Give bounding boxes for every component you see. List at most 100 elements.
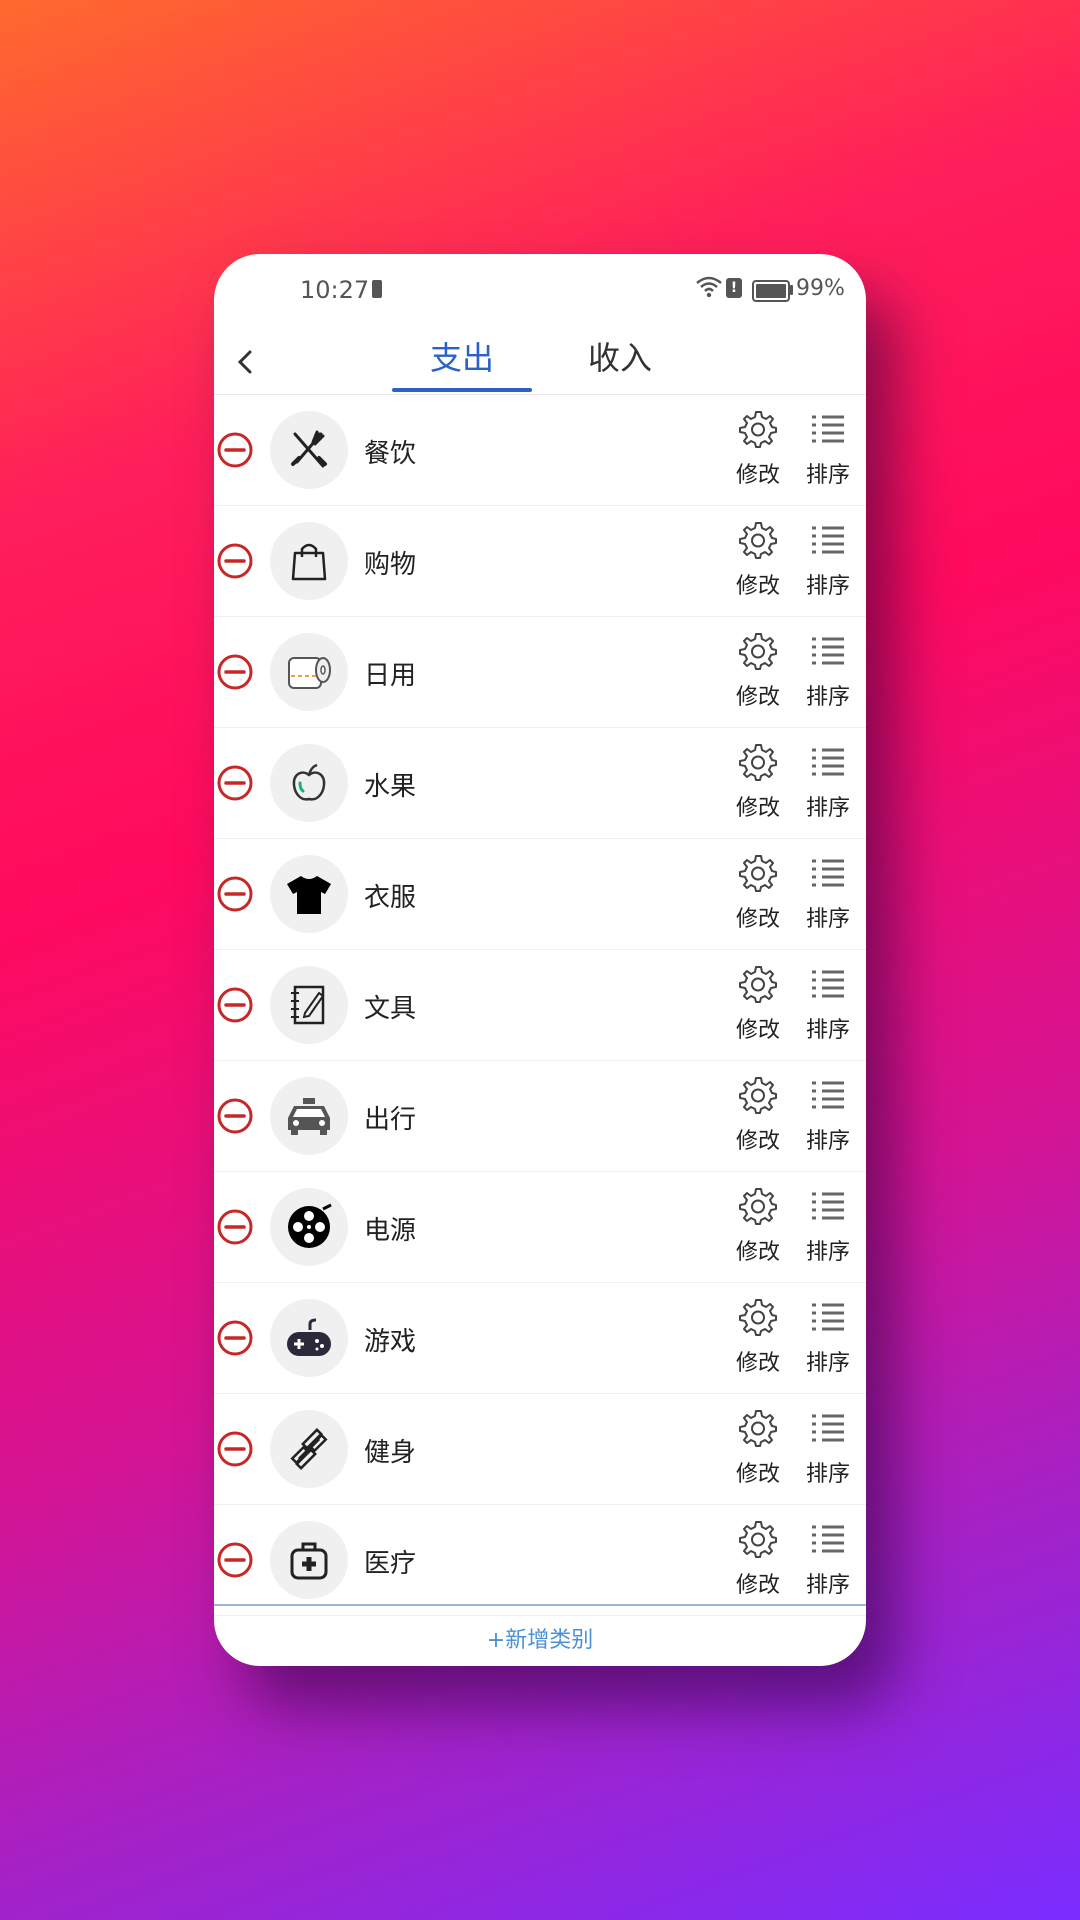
sort-label: 排序: [805, 1240, 850, 1265]
category-label: 游戏: [364, 1327, 417, 1357]
edit-category-button[interactable]: 修改: [728, 631, 788, 711]
sort-category-button[interactable]: 排序: [798, 409, 858, 489]
edit-category-button[interactable]: 修改: [728, 1186, 788, 1266]
list-sort-icon: [812, 1525, 844, 1553]
remove-category-button[interactable]: [216, 986, 254, 1024]
gear-icon: [739, 966, 777, 1003]
sort-category-button[interactable]: 排序: [798, 1075, 858, 1155]
edit-label: 修改: [735, 574, 780, 599]
list-sort-icon: [812, 637, 844, 665]
sort-label: 排序: [805, 1129, 850, 1154]
gear-icon: [739, 522, 777, 559]
sort-category-button[interactable]: 排序: [798, 1186, 858, 1266]
battery-icon: [752, 280, 790, 302]
edit-label: 修改: [735, 463, 780, 488]
sort-label: 排序: [805, 574, 850, 599]
alert-icon: !: [726, 278, 742, 298]
back-arrow-icon[interactable]: [228, 344, 264, 380]
edit-category-button[interactable]: 修改: [728, 409, 788, 489]
film-reel-icon: [270, 1188, 348, 1266]
gear-icon: [739, 633, 777, 670]
battery-saver-icon: [372, 280, 382, 298]
active-tab-indicator: [392, 388, 532, 392]
remove-category-button[interactable]: [216, 764, 254, 802]
edit-category-button[interactable]: 修改: [728, 742, 788, 822]
category-row[interactable]: 购物 修改 排序: [214, 506, 866, 617]
tab-expense[interactable]: 支出: [392, 330, 532, 394]
sort-category-button[interactable]: 排序: [798, 1408, 858, 1488]
sort-label: 排序: [805, 907, 850, 932]
remove-category-button[interactable]: [216, 1430, 254, 1468]
edit-label: 修改: [735, 1018, 780, 1043]
category-row[interactable]: 衣服修改 排序: [214, 839, 866, 950]
category-row[interactable]: 文具 修改 排序: [214, 950, 866, 1061]
sort-label: 排序: [805, 796, 850, 821]
tab-header: 支出 收入: [214, 330, 866, 395]
sort-label: 排序: [805, 1462, 850, 1487]
gear-icon: [739, 1410, 777, 1447]
remove-category-button[interactable]: [216, 653, 254, 691]
sort-category-button[interactable]: 排序: [798, 631, 858, 711]
list-sort-icon: [812, 970, 844, 998]
category-row[interactable]: 医疗 修改 排序: [214, 1505, 866, 1616]
remove-category-button[interactable]: [216, 542, 254, 580]
edit-category-button[interactable]: 修改: [728, 964, 788, 1044]
add-category-button[interactable]: +新增类别: [214, 1622, 866, 1654]
edit-label: 修改: [735, 1351, 780, 1376]
remove-category-button[interactable]: [216, 431, 254, 469]
gear-icon: [739, 1077, 777, 1114]
shopping-bag-icon: [270, 522, 348, 600]
sort-category-button[interactable]: 排序: [798, 964, 858, 1044]
category-label: 电源: [364, 1216, 417, 1246]
edit-category-button[interactable]: 修改: [728, 1075, 788, 1155]
edit-label: 修改: [735, 1462, 780, 1487]
notebook-pen-icon: [270, 966, 348, 1044]
gear-icon: [739, 1299, 777, 1336]
edit-category-button[interactable]: 修改: [728, 520, 788, 600]
list-sort-icon: [812, 1414, 844, 1442]
list-sort-icon: [812, 1081, 844, 1109]
category-row[interactable]: 游戏修改 排序: [214, 1283, 866, 1394]
status-bar: 10:27 ! 99%: [214, 254, 866, 330]
category-label: 衣服: [364, 883, 417, 913]
list-sort-icon: [812, 1192, 844, 1220]
status-time: 10:27: [300, 276, 370, 304]
wifi-icon: [696, 276, 722, 298]
remove-category-button[interactable]: [216, 1541, 254, 1579]
edit-category-button[interactable]: 修改: [728, 853, 788, 933]
category-label: 出行: [364, 1105, 417, 1135]
toilet-paper-icon: [270, 633, 348, 711]
remove-category-button[interactable]: [216, 875, 254, 913]
sort-label: 排序: [805, 1351, 850, 1376]
category-row[interactable]: 水果 修改 排序: [214, 728, 866, 839]
sort-category-button[interactable]: 排序: [798, 853, 858, 933]
category-row[interactable]: 健身 修改 排序: [214, 1394, 866, 1505]
edit-category-button[interactable]: 修改: [728, 1408, 788, 1488]
battery-percent: 99%: [796, 276, 845, 301]
category-row[interactable]: 电源修改 排序: [214, 1172, 866, 1283]
sort-category-button[interactable]: 排序: [798, 1519, 858, 1599]
list-sort-icon: [812, 748, 844, 776]
sort-category-button[interactable]: 排序: [798, 520, 858, 600]
list-sort-icon: [812, 415, 844, 443]
edit-label: 修改: [735, 907, 780, 932]
edit-category-button[interactable]: 修改: [728, 1297, 788, 1377]
category-row[interactable]: 出行 修改 排序: [214, 1061, 866, 1172]
sort-label: 排序: [805, 1018, 850, 1043]
edit-category-button[interactable]: 修改: [728, 1519, 788, 1599]
category-list: 餐饮 修改 排序 购物 修改 排序 日用 修改 排序 水果 修改 排序 衣服 修改 排序 文具 修改 排序 出行 修改…: [214, 395, 866, 1616]
tab-income[interactable]: 收入: [550, 330, 690, 394]
edit-label: 修改: [735, 685, 780, 710]
sort-category-button[interactable]: 排序: [798, 1297, 858, 1377]
edit-label: 修改: [735, 1240, 780, 1265]
remove-category-button[interactable]: [216, 1319, 254, 1357]
edit-label: 修改: [735, 796, 780, 821]
sort-category-button[interactable]: 排序: [798, 742, 858, 822]
category-row[interactable]: 餐饮 修改 排序: [214, 395, 866, 506]
phone-screen: 10:27 ! 99% 支出 收入 餐饮 修改 排序 购物 修改 排序 日用 修改 排序 水果 修改…: [214, 254, 866, 1666]
gear-icon: [739, 411, 777, 448]
category-label: 日用: [364, 661, 417, 691]
category-row[interactable]: 日用修改 排序: [214, 617, 866, 728]
remove-category-button[interactable]: [216, 1208, 254, 1246]
remove-category-button[interactable]: [216, 1097, 254, 1135]
